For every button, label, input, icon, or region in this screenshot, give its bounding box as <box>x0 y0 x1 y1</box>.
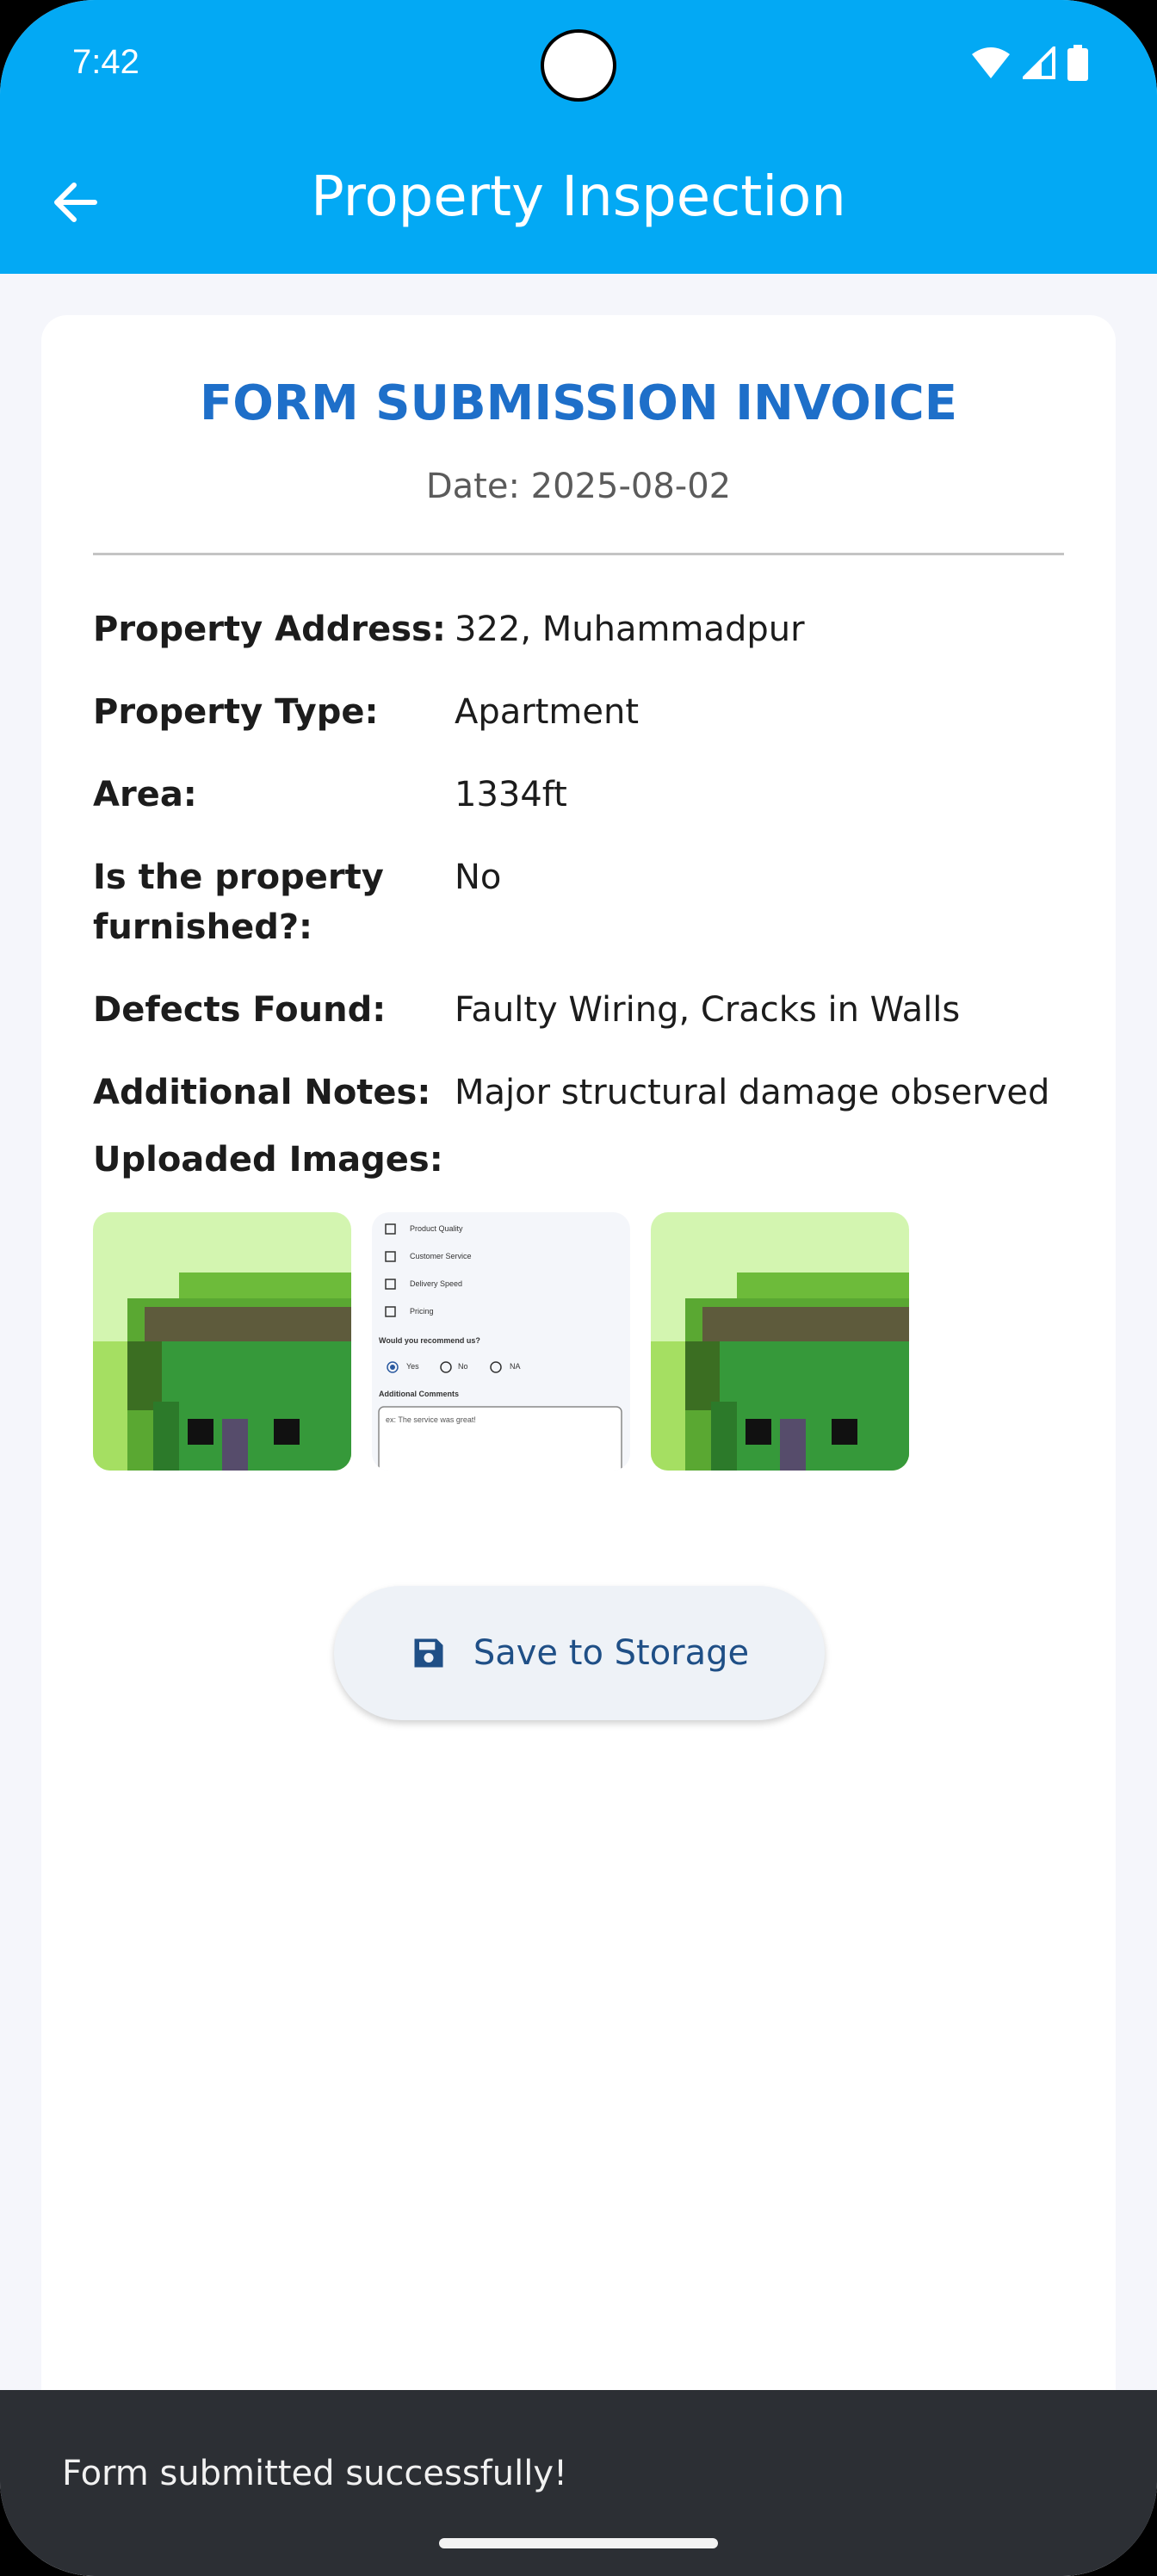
form-thumb-item: Product Quality <box>410 1224 463 1233</box>
field-label: Area: <box>93 775 197 814</box>
uploaded-images: Product Quality Customer Service Deliver… <box>93 1212 909 1471</box>
wifi-icon <box>972 47 1010 78</box>
app-bar: 7:42 Property Inspection <box>0 0 1157 274</box>
field-value: Apartment <box>455 692 640 732</box>
camera-cutout <box>541 29 616 102</box>
invoice-date: Date: 2025-08-02 <box>425 467 732 506</box>
form-thumb-question: Would you recommend us? <box>379 1336 480 1345</box>
field-value: 1334ft <box>455 775 567 814</box>
form-thumb-item: Pricing <box>410 1307 434 1316</box>
invoice-card: FORM SUBMISSION INVOICE Date: 2025-08-02… <box>41 315 1116 2576</box>
field-label: Defects Found: <box>93 990 387 1030</box>
form-thumb-option: NA <box>510 1362 521 1371</box>
images-label: Uploaded Images: <box>93 1140 443 1180</box>
device-screen: 7:42 Property Inspection FORM SUBMISSION… <box>0 0 1157 2576</box>
divider <box>93 553 1064 555</box>
field-label: Property Address: <box>93 610 446 649</box>
house-image <box>651 1212 909 1471</box>
field-value: Faulty Wiring, Cracks in Walls <box>455 990 961 1030</box>
field-label: Additional Notes: <box>93 1073 431 1112</box>
signal-icon <box>1023 46 1055 79</box>
battery-icon <box>1067 45 1088 81</box>
form-thumb-comments-label: Additional Comments <box>379 1390 460 1398</box>
home-indicator[interactable] <box>439 2538 718 2548</box>
save-button-label: Save to Storage <box>473 1633 750 1673</box>
invoice-title: FORM SUBMISSION INVOICE <box>199 375 958 431</box>
status-icons <box>971 45 1088 81</box>
save-icon <box>414 1638 443 1668</box>
image-thumbnail-house[interactable] <box>93 1212 351 1471</box>
field-label: Is the property furnished?: <box>93 858 384 947</box>
field-value: No <box>455 858 502 897</box>
status-time: 7:42 <box>72 43 139 81</box>
form-thumb-item: Delivery Speed <box>410 1279 463 1288</box>
form-thumb-item: Customer Service <box>410 1252 472 1260</box>
form-thumb-option: Yes <box>406 1362 419 1371</box>
image-thumbnail-house[interactable] <box>651 1212 909 1471</box>
save-to-storage-button[interactable]: Save to Storage <box>334 1586 825 1720</box>
page-title: Property Inspection <box>311 165 846 229</box>
form-thumb-option: No <box>458 1362 468 1371</box>
field-label: Property Type: <box>93 692 379 732</box>
snackbar-message: Form submitted successfully! <box>62 2454 568 2493</box>
image-thumbnail-form[interactable]: Product Quality Customer Service Deliver… <box>372 1212 630 1471</box>
form-thumb-placeholder: ex: The service was great! <box>386 1415 476 1424</box>
house-image <box>93 1212 351 1471</box>
field-value: 322, Muhammadpur <box>455 610 805 649</box>
field-value: Major structural damage observed <box>455 1073 1050 1112</box>
